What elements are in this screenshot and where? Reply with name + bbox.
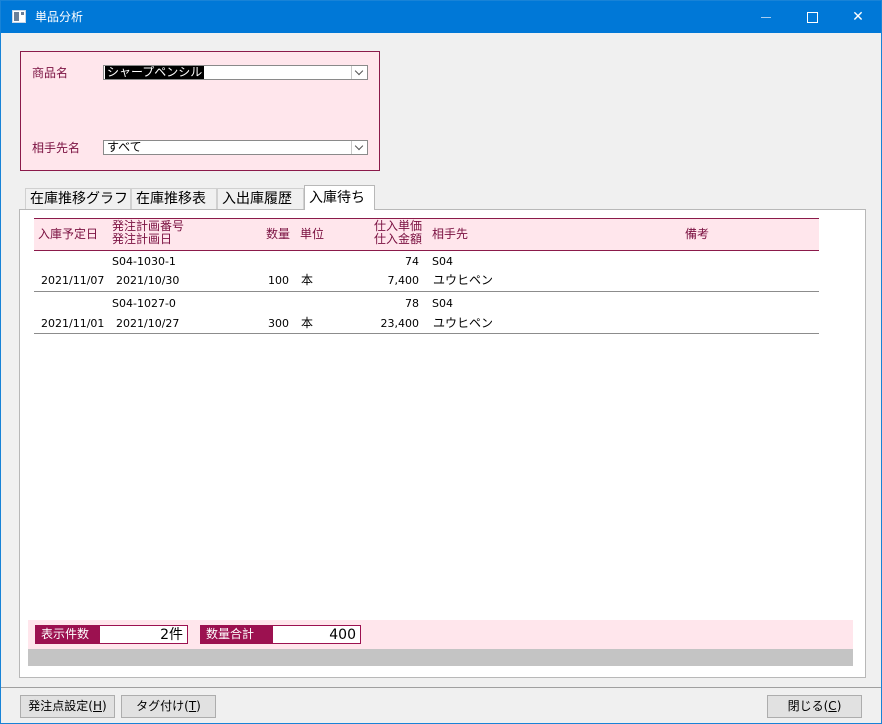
chevron-down-icon[interactable] bbox=[351, 66, 366, 79]
footer-divider bbox=[1, 687, 881, 688]
row1-unit-price[interactable]: 74 bbox=[341, 255, 419, 269]
horizontal-scrollbar[interactable] bbox=[28, 649, 853, 666]
chevron-down-icon[interactable] bbox=[351, 141, 366, 154]
header-unit: 単位 bbox=[300, 227, 325, 241]
row2-unit-price[interactable]: 78 bbox=[341, 297, 419, 311]
reorder-point-button[interactable]: 発注点設定(H) bbox=[20, 695, 115, 718]
header-due-date: 入庫予定日 bbox=[38, 227, 99, 241]
row2-order-date[interactable]: 2021/10/27 bbox=[116, 317, 179, 331]
window-title: 単品分析 bbox=[35, 10, 84, 24]
record-count-value: 2件 bbox=[99, 625, 188, 644]
row2-qty[interactable]: 300 bbox=[251, 317, 289, 331]
maximize-button[interactable] bbox=[789, 1, 835, 33]
row-divider bbox=[34, 291, 819, 292]
row2-due-date[interactable]: 2021/11/01 bbox=[41, 317, 104, 331]
record-count-label: 表示件数 bbox=[35, 625, 99, 644]
close-window-button[interactable]: ✕ bbox=[835, 1, 881, 33]
row-divider bbox=[34, 333, 819, 334]
row1-qty[interactable]: 100 bbox=[251, 274, 289, 288]
row1-order-no[interactable]: S04-1030-1 bbox=[112, 255, 176, 269]
header-partner: 相手先 bbox=[432, 227, 469, 241]
qty-total-label: 数量合計 bbox=[200, 625, 272, 644]
row1-partner-name[interactable]: ユウヒペン bbox=[433, 273, 493, 287]
row2-partner-code[interactable]: S04 bbox=[432, 297, 453, 311]
header-order-date: 発注計画日 bbox=[112, 232, 173, 246]
header-unit-price: 仕入単価 bbox=[374, 219, 423, 233]
header-order-no: 発注計画番号 bbox=[112, 219, 185, 233]
tab-io-history[interactable]: 入出庫履歴 bbox=[217, 188, 304, 209]
tagging-button[interactable]: タグ付け(T) bbox=[121, 695, 216, 718]
row1-partner-code[interactable]: S04 bbox=[432, 255, 453, 269]
row2-amount[interactable]: 23,400 bbox=[341, 317, 420, 331]
row1-order-date[interactable]: 2021/10/30 bbox=[116, 274, 179, 288]
app-window-icon bbox=[12, 10, 26, 23]
tab-stock-graph[interactable]: 在庫推移グラフ bbox=[25, 188, 131, 209]
product-name-select[interactable]: シャープペンシル bbox=[103, 65, 368, 80]
header-amount: 仕入金額 bbox=[374, 232, 423, 246]
row2-partner-name[interactable]: ユウヒペン bbox=[433, 316, 493, 330]
row1-amount[interactable]: 7,400 bbox=[341, 274, 420, 288]
row1-due-date[interactable]: 2021/11/07 bbox=[41, 274, 104, 288]
product-name-value: シャープペンシル bbox=[105, 65, 205, 79]
partner-name-select[interactable]: すべて bbox=[103, 140, 368, 155]
minimize-button[interactable] bbox=[743, 1, 789, 33]
header-qty: 数量 bbox=[266, 227, 291, 241]
product-name-label: 商品名 bbox=[32, 66, 69, 80]
app-window: 単品分析 ✕ 商品名 シャープペンシル 相手先名 すべて 在庫推移グラフ 在庫推… bbox=[0, 0, 882, 724]
tab-stock-table[interactable]: 在庫推移表 bbox=[131, 188, 217, 209]
tab-pending-receipt[interactable]: 入庫待ち bbox=[304, 185, 375, 210]
close-button[interactable]: 閉じる(C) bbox=[767, 695, 862, 718]
row2-unit[interactable]: 本 bbox=[301, 316, 313, 330]
title-bar[interactable]: 単品分析 ✕ bbox=[1, 1, 881, 33]
qty-total-value: 400 bbox=[272, 625, 361, 644]
partner-name-value: すべて bbox=[107, 140, 142, 154]
header-remarks: 備考 bbox=[685, 227, 710, 241]
row2-order-no[interactable]: S04-1027-0 bbox=[112, 297, 176, 311]
row1-unit[interactable]: 本 bbox=[301, 273, 313, 287]
partner-name-label: 相手先名 bbox=[32, 141, 81, 155]
